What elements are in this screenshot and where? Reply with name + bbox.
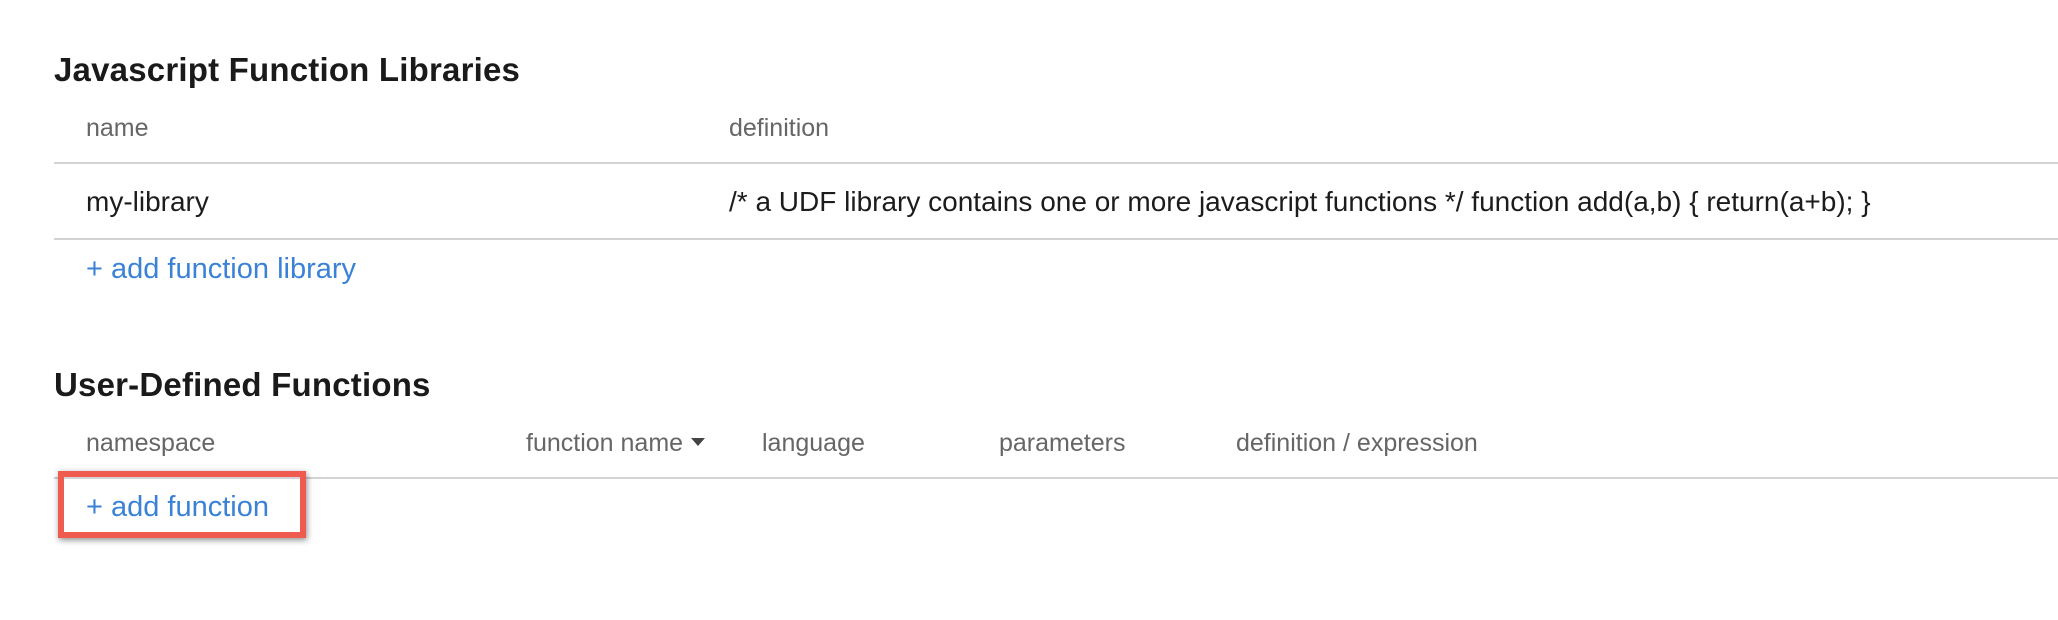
sort-descending-icon (691, 438, 706, 447)
column-header-function-name-label: function name (526, 429, 684, 457)
function-libraries-title: Javascript Function Libraries (54, 51, 521, 88)
column-header-definition-expression[interactable]: definition / expression (1236, 429, 1478, 458)
library-definition-cell[interactable]: /* a UDF library contains one or more ja… (729, 186, 1871, 218)
column-header-name[interactable]: name (86, 114, 149, 143)
add-function-library-link[interactable]: + add function library (86, 253, 356, 286)
library-name-cell[interactable]: my-library (86, 186, 209, 218)
column-header-function-name[interactable]: function name (526, 429, 706, 458)
row-divider (54, 238, 2058, 240)
column-header-parameters[interactable]: parameters (999, 429, 1125, 458)
column-header-definition[interactable]: definition (729, 114, 829, 143)
header-divider (54, 162, 2058, 164)
column-header-language[interactable]: language (762, 429, 865, 458)
user-defined-functions-title: User-Defined Functions (54, 366, 431, 403)
column-header-namespace[interactable]: namespace (86, 429, 215, 458)
highlight-annotation-box (58, 471, 306, 538)
header-divider (54, 477, 2058, 479)
